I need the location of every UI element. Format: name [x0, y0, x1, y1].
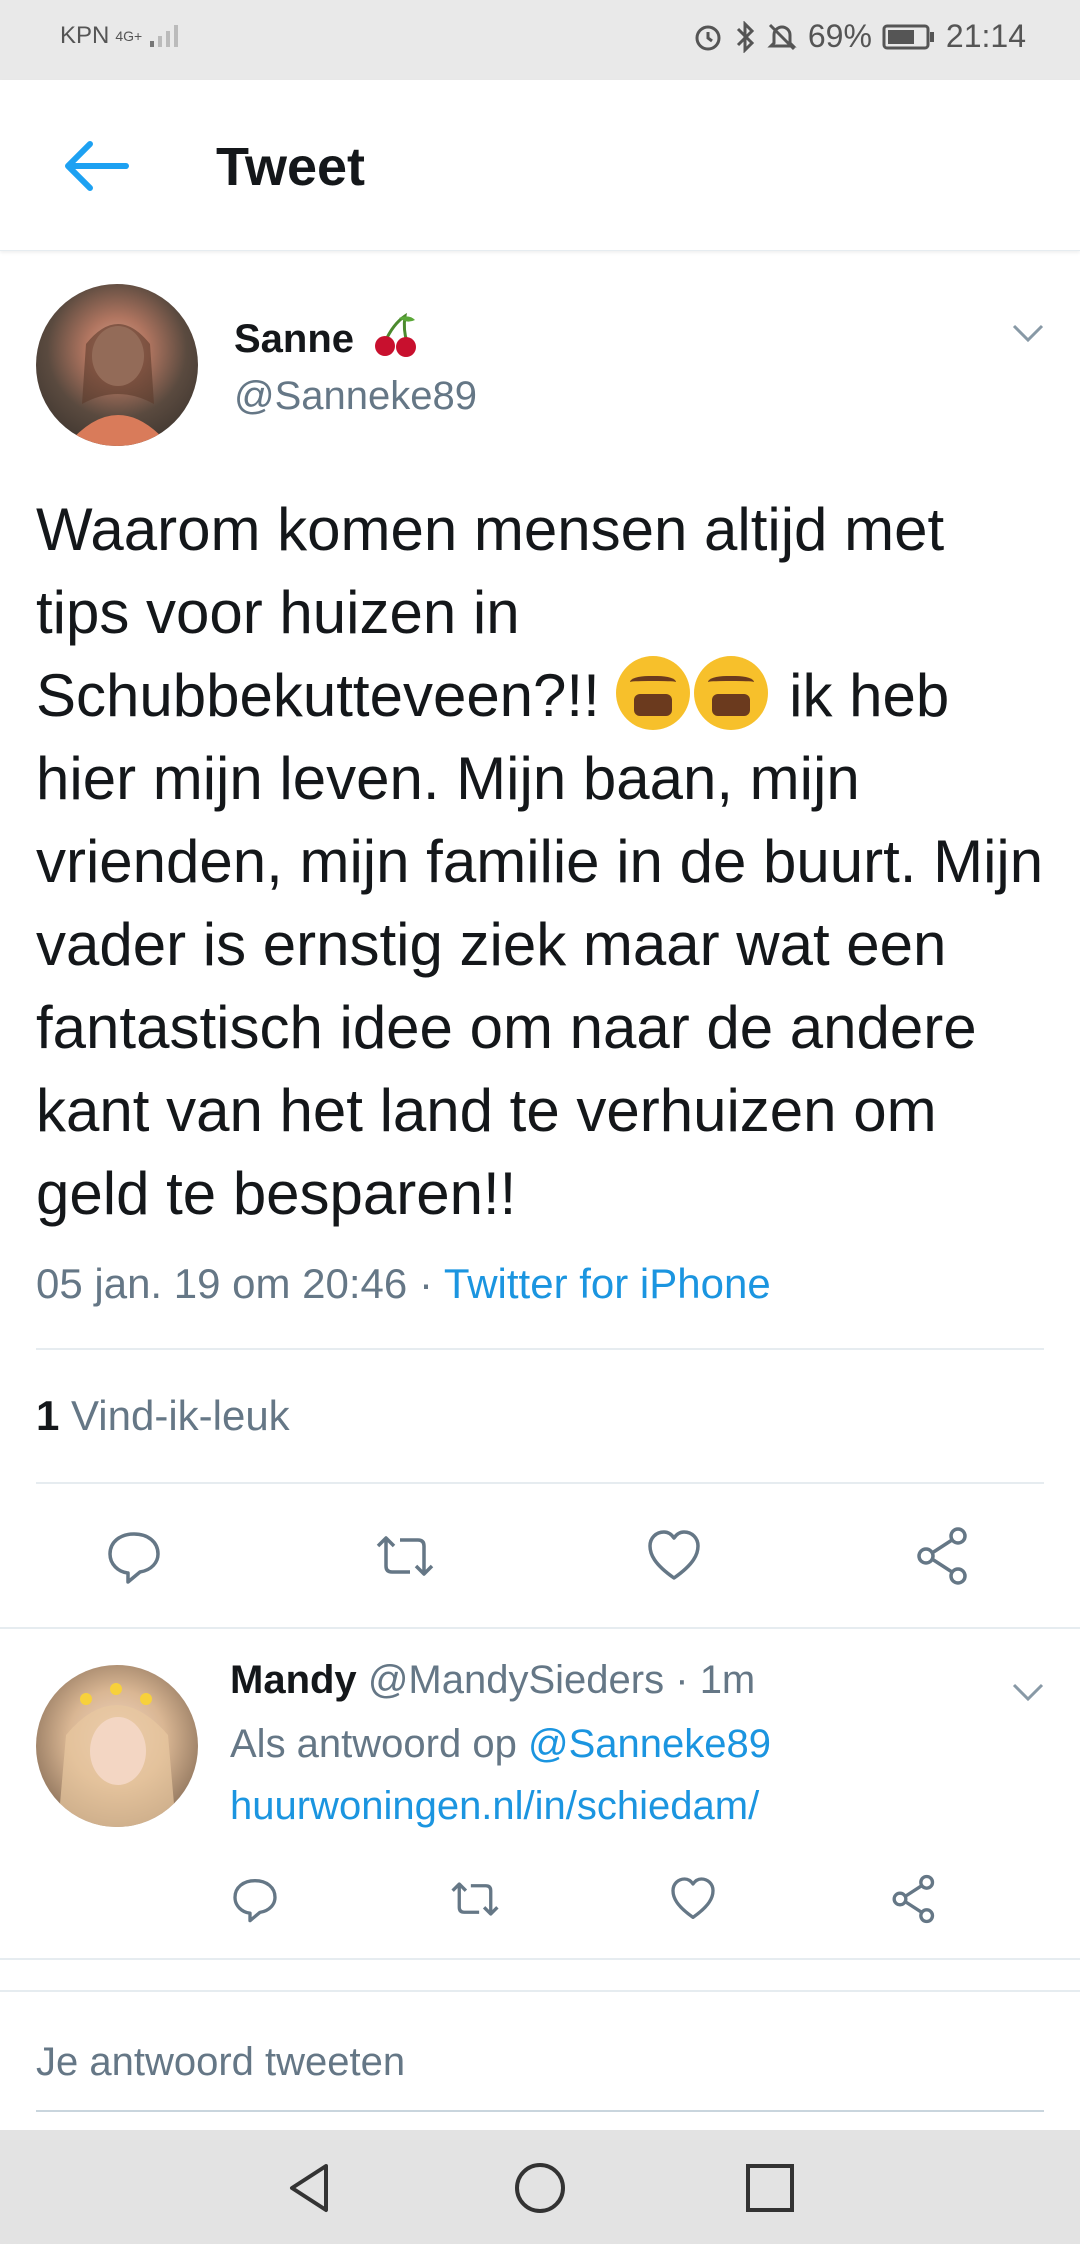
author-handle[interactable]: @Sanneke89 — [234, 374, 477, 419]
reply-age: 1m — [699, 1658, 756, 1702]
reply-context: Als antwoord op @Sanneke89 — [230, 1722, 771, 1766]
status-bar: KPN 4G+ 69% 21:14 — [0, 0, 1080, 80]
reply-author-name[interactable]: Mandy — [230, 1658, 357, 1702]
tweet-timestamp: 05 jan. 19 om 20:46 — [36, 1260, 408, 1307]
author-name[interactable]: Sanne — [234, 312, 419, 362]
divider — [0, 1958, 1080, 1960]
chevron-down-icon[interactable] — [1010, 320, 1046, 344]
heart-icon[interactable] — [644, 1526, 704, 1586]
reply-header: Mandy @MandySieders · 1m — [230, 1658, 756, 1702]
compose-reply: Je antwoord tweeten — [0, 1990, 1080, 2132]
reply-input[interactable]: Je antwoord tweeten — [36, 2040, 405, 2085]
reply-link[interactable]: huurwoningen.nl/in/schiedam/ — [230, 1775, 759, 1837]
page-title: Tweet — [216, 137, 366, 197]
back-nav-icon[interactable] — [282, 2160, 338, 2216]
network-type: 4G+ — [115, 28, 143, 44]
tweet-text: Waarom komen mensen altijd met tips voor… — [36, 496, 1044, 1227]
weary-face-icon — [616, 656, 691, 730]
system-nav-bar — [0, 2130, 1080, 2244]
reply-icon[interactable] — [104, 1526, 164, 1586]
avatar[interactable] — [36, 284, 198, 446]
home-nav-icon[interactable] — [512, 2160, 568, 2216]
reply-author-handle[interactable]: @MandySieders — [368, 1658, 664, 1702]
signal-icon — [150, 25, 179, 47]
heart-icon[interactable] — [668, 1874, 718, 1924]
battery-icon — [882, 24, 934, 49]
weary-face-icon — [694, 656, 769, 730]
share-icon[interactable] — [914, 1526, 974, 1586]
recents-nav-icon[interactable] — [742, 2160, 798, 2216]
reply-icon[interactable] — [230, 1874, 280, 1924]
alarm-icon — [695, 25, 721, 50]
tweet-source-link[interactable]: Twitter for iPhone — [444, 1260, 771, 1307]
tweet-meta: 05 jan. 19 om 20:46 · Twitter for iPhone — [36, 1260, 771, 1307]
cherry-icon — [375, 312, 417, 357]
likes-count[interactable]: 1 Vind-ik-leuk — [36, 1392, 290, 1440]
reply-mention-link[interactable]: @Sanneke89 — [528, 1722, 771, 1766]
divider — [36, 1482, 1044, 1484]
share-icon[interactable] — [890, 1874, 940, 1924]
reply-tweet[interactable]: Mandy @MandySieders · 1m Als antwoord op… — [0, 1627, 1080, 1959]
chevron-down-icon[interactable] — [1010, 1679, 1046, 1703]
retweet-icon[interactable] — [446, 1874, 504, 1924]
carrier-label: KPN — [60, 22, 110, 49]
battery-percent: 69% — [807, 18, 872, 54]
mute-icon — [767, 23, 797, 50]
retweet-icon[interactable] — [370, 1526, 440, 1586]
app-bar: Tweet — [0, 80, 1080, 251]
bluetooth-icon — [736, 20, 754, 53]
input-underline — [36, 2110, 1044, 2112]
avatar[interactable] — [36, 1665, 198, 1827]
divider — [36, 1348, 1044, 1350]
arrow-left-icon[interactable] — [60, 130, 132, 202]
clock: 21:14 — [945, 18, 1026, 54]
